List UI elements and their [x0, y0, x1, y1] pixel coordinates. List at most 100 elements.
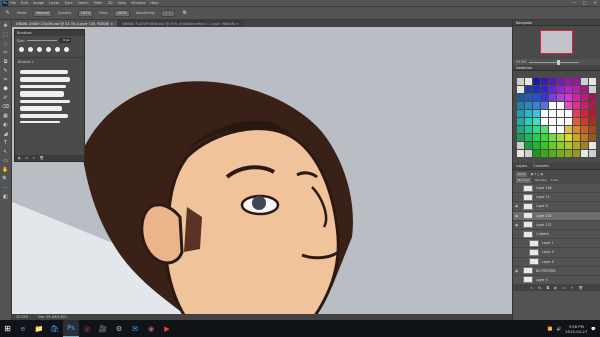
swatch-cell[interactable]: [533, 102, 540, 109]
swatch-cell[interactable]: [517, 142, 524, 149]
brush-preset[interactable]: [37, 47, 42, 52]
swatch-cell[interactable]: [541, 142, 548, 149]
swatch-cell[interactable]: [565, 78, 572, 85]
swatch-cell[interactable]: [589, 78, 596, 85]
volume-icon[interactable]: 🔊: [556, 326, 561, 331]
swatch-cell[interactable]: [525, 102, 532, 109]
visibility-eye-icon[interactable]: ◉: [513, 223, 520, 227]
swatch-cell[interactable]: [565, 94, 572, 101]
swatch-cell[interactable]: [541, 110, 548, 117]
swatch-cell[interactable]: [549, 102, 556, 109]
mail-icon[interactable]: ✉: [127, 320, 143, 337]
clone-tool-icon[interactable]: ✐: [2, 95, 9, 101]
eyedropper-tool-icon[interactable]: ✎: [2, 68, 9, 74]
tab-channels[interactable]: Channels: [530, 164, 552, 168]
swatch-cell[interactable]: [541, 126, 548, 133]
visibility-eye-icon[interactable]: ◉: [513, 214, 520, 218]
swatch-cell[interactable]: [517, 102, 524, 109]
size-slider[interactable]: [26, 40, 57, 41]
swatch-cell[interactable]: [573, 126, 580, 133]
swatch-cell[interactable]: [533, 78, 540, 85]
settings-icon[interactable]: ⚙: [111, 320, 127, 337]
document-tab[interactable]: DRAWL FLAVOR NEW.psd @ 50% (Hue/Saturati…: [118, 20, 243, 27]
swatch-cell[interactable]: [557, 134, 564, 141]
new-brush-icon[interactable]: +: [32, 156, 35, 160]
close-button[interactable]: ✕: [594, 0, 597, 5]
swatch-cell[interactable]: [565, 150, 572, 157]
blend-mode-select[interactable]: Normal: [516, 177, 531, 183]
swatch-cell[interactable]: [549, 86, 556, 93]
file-explorer-icon[interactable]: 📁: [31, 320, 47, 337]
menu-3d[interactable]: 3D: [108, 1, 113, 5]
layer-row[interactable]: Layer 4: [513, 258, 600, 267]
layer-row[interactable]: Layer 5: [513, 276, 600, 286]
layer-row[interactable]: ◉ Layer 135: [513, 211, 600, 221]
kind-filter[interactable]: Kind: [516, 171, 527, 177]
swatch-cell[interactable]: [573, 150, 580, 157]
menu-layer[interactable]: Layer: [49, 1, 59, 5]
menu-edit[interactable]: Edit: [21, 1, 28, 5]
menu-help[interactable]: Help: [150, 1, 158, 5]
swatch-cell[interactable]: [541, 94, 548, 101]
swatch-cell[interactable]: [549, 94, 556, 101]
swatch-cell[interactable]: [581, 134, 588, 141]
color-swatch-tool-icon[interactable]: ◧: [2, 194, 9, 200]
swatch-cell[interactable]: [557, 110, 564, 117]
swatch-cell[interactable]: [589, 118, 596, 125]
layer-row[interactable]: Layer 148: [513, 184, 600, 194]
swatch-cell[interactable]: [525, 94, 532, 101]
mode-select[interactable]: Normal: [33, 9, 52, 17]
layer-row[interactable]: Layer 3: [513, 248, 600, 258]
swatch-cell[interactable]: [541, 78, 548, 85]
edge-icon[interactable]: e: [15, 320, 31, 337]
gear-icon[interactable]: ⚙: [181, 10, 188, 16]
layer-row[interactable]: 1 sketch: [513, 230, 600, 240]
swatch-cell[interactable]: [533, 110, 540, 117]
swatch-cell[interactable]: [589, 142, 596, 149]
opacity-field[interactable]: 100%: [77, 9, 94, 17]
swatch-cell[interactable]: [549, 150, 556, 157]
brush-stroke[interactable]: [20, 121, 60, 123]
type-tool-icon[interactable]: T: [2, 140, 9, 146]
menu-view[interactable]: View: [118, 1, 127, 5]
swatch-cell[interactable]: [549, 134, 556, 141]
swatch-cell[interactable]: [533, 86, 540, 93]
swatch-cell[interactable]: [589, 94, 596, 101]
gradient-tool-icon[interactable]: ▦: [2, 113, 9, 119]
brush-stroke[interactable]: [20, 100, 70, 103]
marquee-tool-icon[interactable]: ⬚: [2, 32, 9, 38]
swatch-cell[interactable]: [525, 142, 532, 149]
brush-preset[interactable]: [19, 47, 24, 52]
swatch-cell[interactable]: [581, 110, 588, 117]
swatch-cell[interactable]: [557, 118, 564, 125]
swatch-cell[interactable]: [525, 150, 532, 157]
swatch-cell[interactable]: [581, 86, 588, 93]
swatch-cell[interactable]: [581, 142, 588, 149]
brush-settings-icon[interactable]: ◐: [18, 156, 21, 160]
brush-stroke[interactable]: [20, 85, 66, 88]
layer-row[interactable]: ◉ BG FRATERN: [513, 267, 600, 276]
size-value[interactable]: 8 px: [58, 38, 71, 43]
crop-tool-icon[interactable]: ✂: [2, 50, 9, 56]
document-tab[interactable]: DRAWL JENNY COLOR.psd @ 33.3% (Layer 135…: [12, 20, 118, 27]
status-zoom[interactable]: 33.33%: [16, 315, 28, 319]
swatch-cell[interactable]: [525, 110, 532, 117]
swatch-cell[interactable]: [517, 94, 524, 101]
navigator-thumbnail[interactable]: [540, 30, 573, 54]
swatch-cell[interactable]: [533, 94, 540, 101]
swatch-cell[interactable]: [589, 110, 596, 117]
notifications-icon[interactable]: 💬: [591, 326, 596, 331]
mask-icon[interactable]: ◘: [546, 286, 549, 290]
swatch-cell[interactable]: [573, 94, 580, 101]
swatch-cell[interactable]: [533, 150, 540, 157]
new-layer-icon[interactable]: +: [571, 286, 574, 290]
swatch-cell[interactable]: [573, 86, 580, 93]
swatch-cell[interactable]: [565, 118, 572, 125]
tab-layers[interactable]: Layers: [513, 164, 530, 168]
swatch-cell[interactable]: [549, 110, 556, 117]
brush-preset[interactable]: [28, 47, 33, 52]
adjustment-icon[interactable]: ◐: [554, 286, 557, 290]
swatch-cell[interactable]: [549, 118, 556, 125]
chrome-icon[interactable]: ◎: [79, 320, 95, 337]
document-canvas[interactable]: [12, 27, 512, 320]
